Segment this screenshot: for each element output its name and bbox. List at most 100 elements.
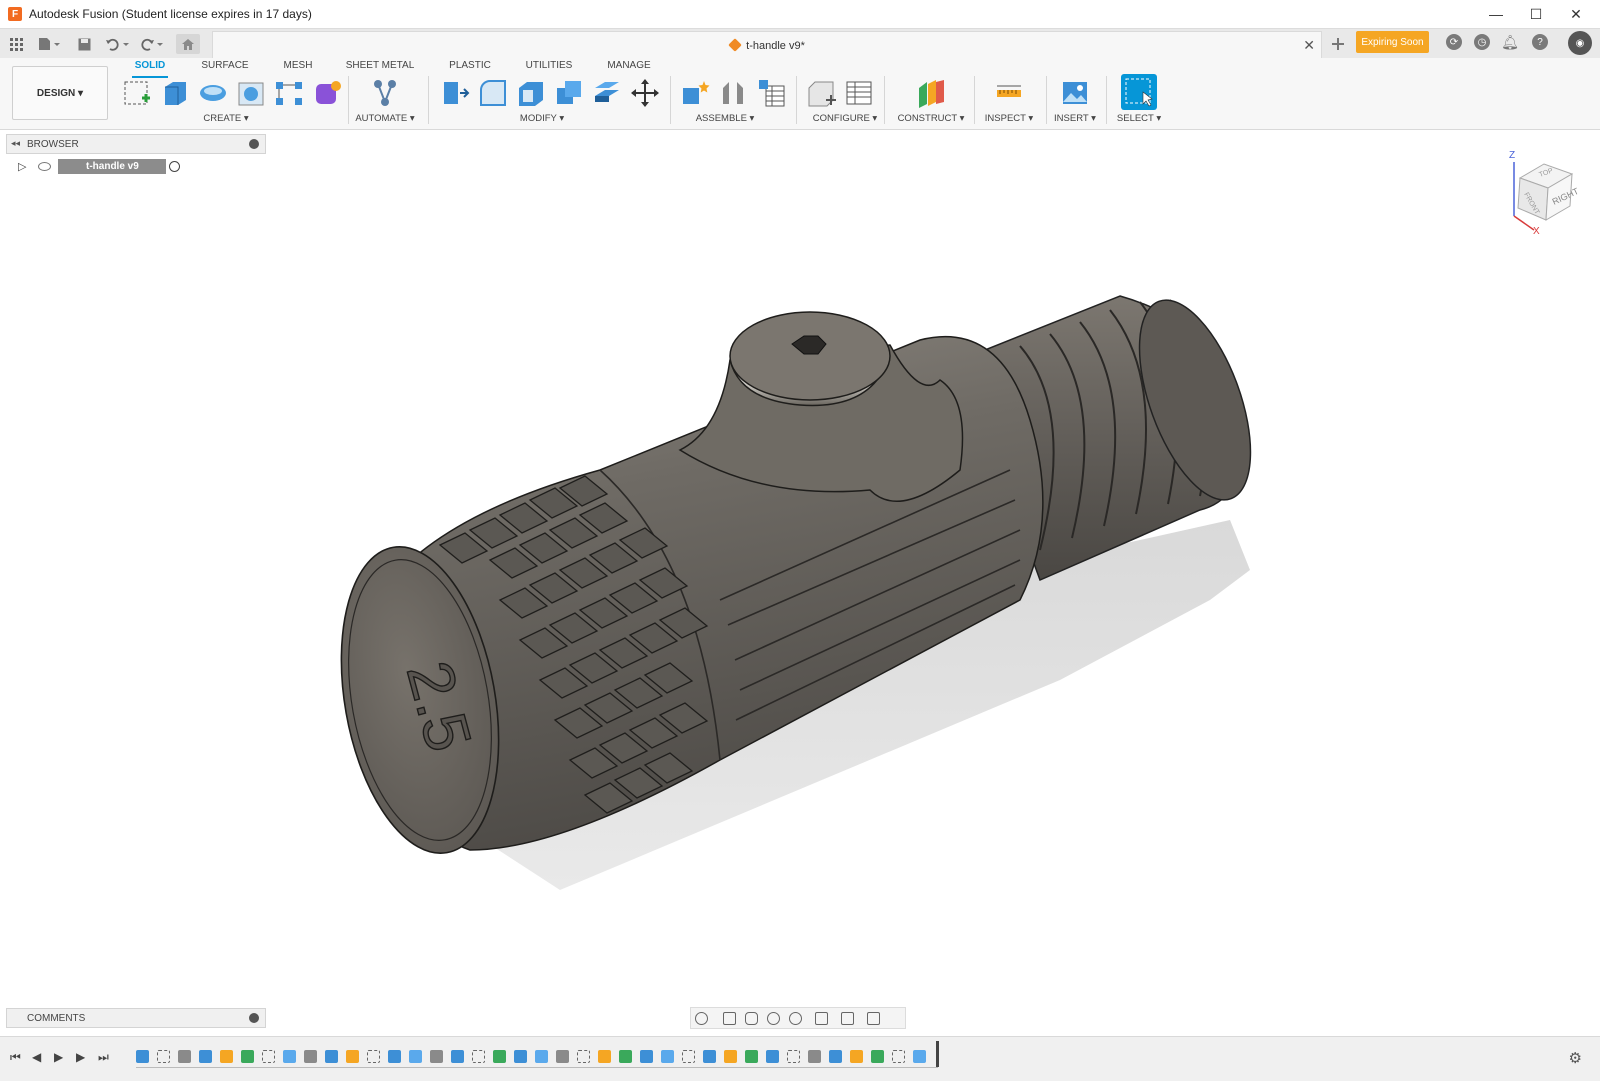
- timeline-feature[interactable]: [430, 1050, 443, 1063]
- create-sketch-icon[interactable]: [122, 78, 152, 108]
- hole-icon[interactable]: [236, 78, 266, 108]
- timeline-feature[interactable]: [766, 1050, 779, 1063]
- shell-icon[interactable]: [516, 78, 546, 108]
- timeline-feature[interactable]: [199, 1050, 212, 1063]
- construct-plane-icon[interactable]: [916, 78, 946, 108]
- timeline-feature[interactable]: [157, 1050, 170, 1063]
- tab-plastic[interactable]: PLASTIC: [448, 60, 492, 78]
- select-icon[interactable]: [1121, 74, 1157, 110]
- workspace-switcher[interactable]: DESIGN ▾: [12, 66, 108, 120]
- canvas-viewport[interactable]: 2.5: [0, 131, 1600, 1011]
- activate-radio-icon[interactable]: [169, 161, 180, 172]
- home-icon[interactable]: [176, 34, 200, 54]
- modify-menu[interactable]: MODIFY ▾: [512, 113, 572, 124]
- timeline-feature[interactable]: [535, 1050, 548, 1063]
- timeline-feature[interactable]: [661, 1050, 674, 1063]
- look-at-icon[interactable]: [723, 1012, 736, 1025]
- assemble-menu[interactable]: ASSEMBLE ▾: [690, 113, 760, 124]
- plus-icon[interactable]: [1328, 34, 1348, 54]
- joint-icon[interactable]: [718, 78, 748, 108]
- minimize-button[interactable]: —: [1476, 0, 1516, 28]
- collapse-icon[interactable]: ◂◂: [11, 138, 20, 149]
- timeline-feature[interactable]: [892, 1050, 905, 1063]
- document-tab[interactable]: t-handle v9* ✕: [212, 31, 1322, 59]
- go-to-start-icon[interactable]: ⏮: [10, 1050, 21, 1065]
- pin-icon[interactable]: [249, 139, 259, 149]
- timeline-marker[interactable]: [936, 1041, 939, 1067]
- select-menu[interactable]: SELECT ▾: [1110, 113, 1168, 124]
- browser-panel-header[interactable]: ◂◂ BROWSER: [6, 134, 266, 154]
- configuration-table-icon[interactable]: [844, 78, 874, 108]
- timeline-feature[interactable]: [829, 1050, 842, 1063]
- inspect-menu[interactable]: INSPECT ▾: [980, 113, 1038, 124]
- timeline-feature[interactable]: [136, 1050, 149, 1063]
- help-icon[interactable]: ?: [1532, 34, 1548, 50]
- create-menu[interactable]: CREATE ▾: [186, 113, 266, 124]
- pattern-icon[interactable]: [274, 78, 304, 108]
- timeline-feature[interactable]: [283, 1050, 296, 1063]
- tab-solid[interactable]: SOLID: [132, 60, 168, 78]
- configure-icon[interactable]: [806, 78, 836, 108]
- step-forward-icon[interactable]: ▶: [76, 1050, 85, 1064]
- timeline-features[interactable]: [136, 1047, 938, 1069]
- go-to-end-icon[interactable]: ⏭: [98, 1050, 109, 1065]
- pan-hand-icon[interactable]: [745, 1012, 758, 1025]
- expand-triangle-icon[interactable]: ▷: [18, 160, 26, 173]
- orbit-icon[interactable]: [695, 1012, 708, 1025]
- zoom-icon[interactable]: [767, 1012, 780, 1025]
- timeline-feature[interactable]: [871, 1050, 884, 1063]
- tab-mesh[interactable]: MESH: [282, 60, 314, 78]
- tab-sheet-metal[interactable]: SHEET METAL: [344, 60, 416, 78]
- display-settings-icon[interactable]: [815, 1012, 828, 1025]
- new-component-icon[interactable]: [680, 78, 710, 108]
- user-avatar[interactable]: ◉: [1568, 31, 1592, 55]
- maximize-button[interactable]: ☐: [1516, 0, 1556, 28]
- timeline-feature[interactable]: [325, 1050, 338, 1063]
- timeline-feature[interactable]: [913, 1050, 926, 1063]
- timeline-feature[interactable]: [619, 1050, 632, 1063]
- measure-icon[interactable]: [994, 78, 1024, 108]
- viewports-icon[interactable]: [867, 1012, 880, 1025]
- gear-icon[interactable]: ⚙: [1569, 1049, 1582, 1067]
- timeline-feature[interactable]: [808, 1050, 821, 1063]
- visibility-eye-icon[interactable]: [38, 162, 51, 171]
- add-comment-icon[interactable]: [249, 1013, 259, 1023]
- automate-menu[interactable]: AUTOMATE ▾: [352, 113, 418, 124]
- timeline-feature[interactable]: [346, 1050, 359, 1063]
- timeline-feature[interactable]: [787, 1050, 800, 1063]
- root-component-node[interactable]: t-handle v9: [58, 159, 166, 174]
- construct-menu[interactable]: CONSTRUCT ▾: [896, 113, 966, 124]
- extrude-icon[interactable]: [160, 78, 190, 108]
- bell-icon[interactable]: 🔔︎: [1501, 34, 1519, 50]
- configure-menu[interactable]: CONFIGURE ▾: [810, 113, 880, 124]
- revolve-icon[interactable]: [198, 78, 228, 108]
- timeline-feature[interactable]: [745, 1050, 758, 1063]
- timeline-feature[interactable]: [493, 1050, 506, 1063]
- timeline-feature[interactable]: [577, 1050, 590, 1063]
- close-tab-button[interactable]: ✕: [1303, 37, 1315, 54]
- tab-manage[interactable]: MANAGE: [604, 60, 654, 78]
- sync-icon[interactable]: ⟳: [1446, 34, 1462, 50]
- tab-utilities[interactable]: UTILITIES: [524, 60, 574, 78]
- move-icon[interactable]: [630, 78, 660, 108]
- timeline-feature[interactable]: [598, 1050, 611, 1063]
- timeline-feature[interactable]: [451, 1050, 464, 1063]
- automate-icon[interactable]: [370, 78, 400, 108]
- close-window-button[interactable]: ✕: [1556, 0, 1596, 28]
- timeline-feature[interactable]: [850, 1050, 863, 1063]
- tab-surface[interactable]: SURFACE: [200, 60, 250, 78]
- timeline-feature[interactable]: [241, 1050, 254, 1063]
- browser-root-row[interactable]: ▷ t-handle v9: [16, 158, 180, 176]
- timeline-feature[interactable]: [220, 1050, 233, 1063]
- timeline-feature[interactable]: [724, 1050, 737, 1063]
- redo-icon[interactable]: [138, 34, 164, 54]
- view-cube[interactable]: Z X RIGHT TOP FRONT: [1500, 148, 1581, 237]
- timeline-feature[interactable]: [304, 1050, 317, 1063]
- timeline-feature[interactable]: [388, 1050, 401, 1063]
- insert-menu[interactable]: INSERT ▾: [1048, 113, 1102, 124]
- play-icon[interactable]: ▶: [54, 1050, 63, 1064]
- file-icon[interactable]: [36, 34, 62, 54]
- insert-image-icon[interactable]: [1060, 78, 1090, 108]
- timeline-feature[interactable]: [682, 1050, 695, 1063]
- timeline-feature[interactable]: [472, 1050, 485, 1063]
